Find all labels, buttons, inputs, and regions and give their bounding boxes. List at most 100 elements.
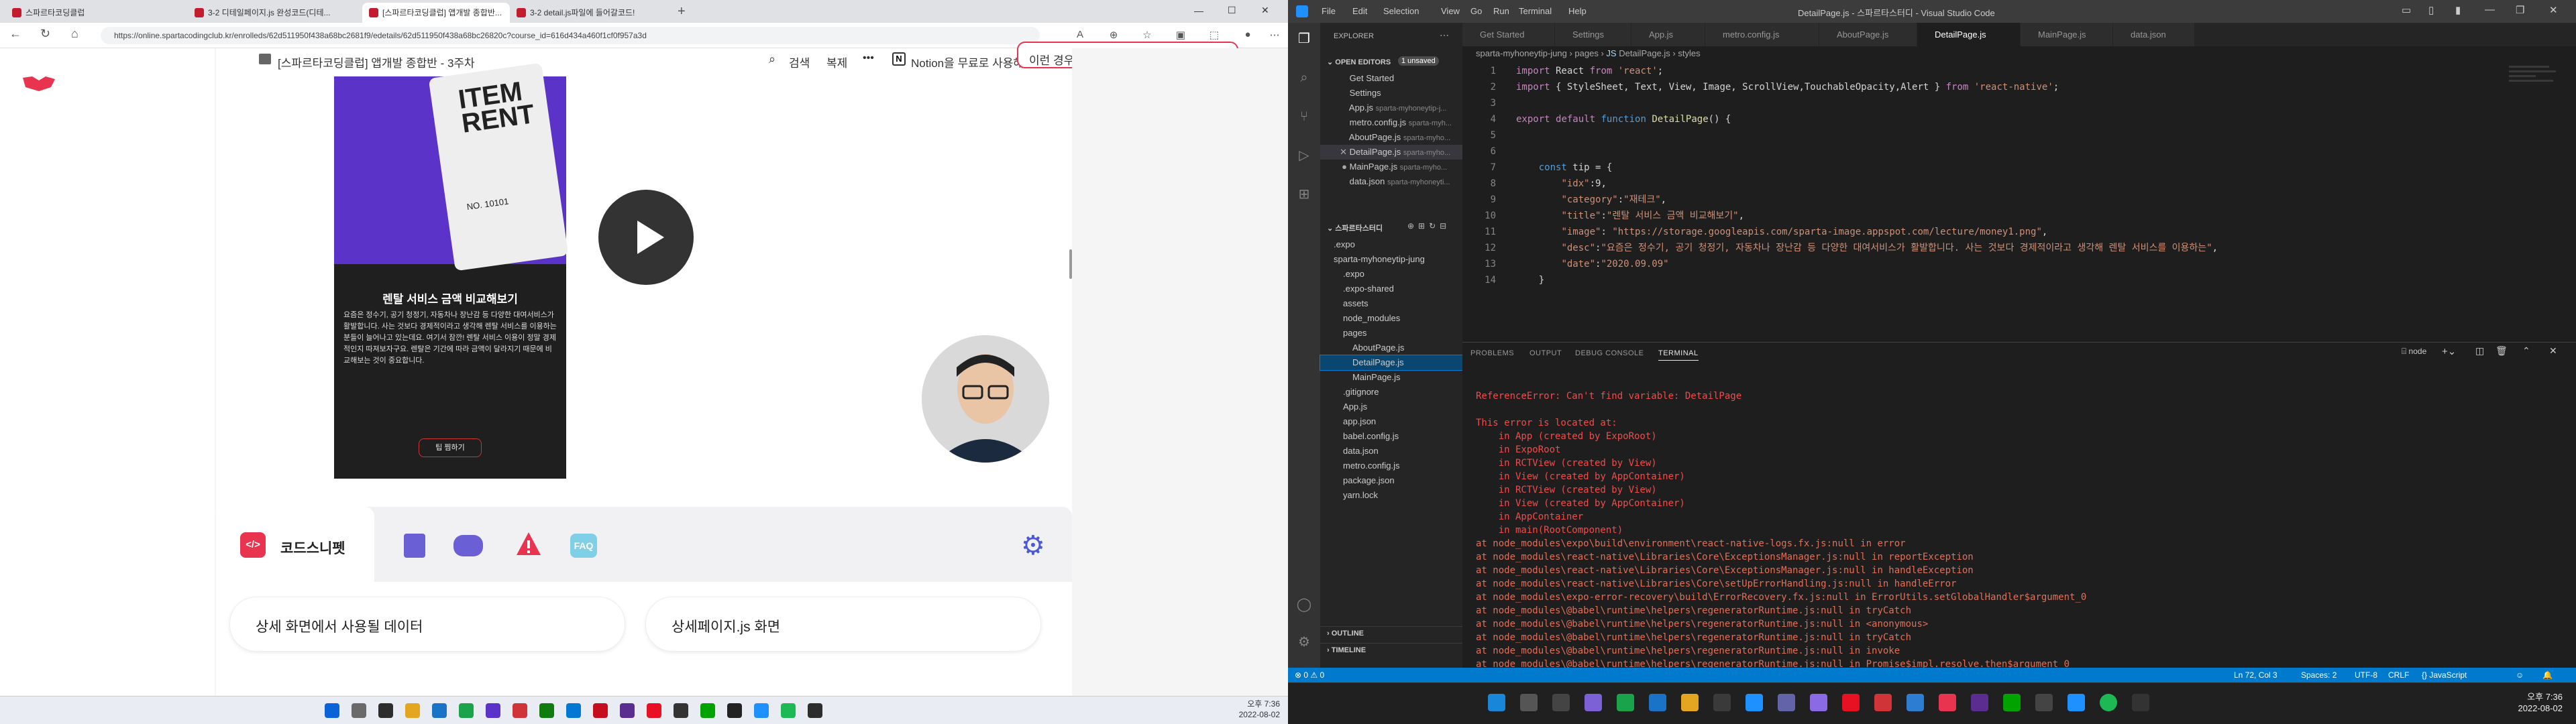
menu-terminal[interactable]: Terminal — [1519, 6, 1552, 16]
status-position[interactable]: Ln 72, Col 3 — [2234, 668, 2277, 682]
status-language[interactable]: {} JavaScript — [2422, 668, 2467, 682]
home-icon[interactable]: ⌂ — [71, 27, 78, 41]
split-terminal-icon[interactable]: ◫ — [2475, 345, 2484, 357]
menu-view[interactable]: View — [1441, 6, 1460, 16]
browser-tab-active[interactable]: [스파르타코딩클럽] 앱개발 종합반... — [362, 3, 510, 23]
start-icon[interactable] — [1488, 694, 1505, 711]
explorer-icon[interactable]: ❐ — [1296, 31, 1312, 47]
minimize-button[interactable]: — — [2485, 4, 2495, 15]
profile-icon[interactable]: ● — [1241, 29, 1254, 42]
menu-file[interactable]: File — [1322, 6, 1336, 16]
warning-icon[interactable] — [515, 531, 542, 561]
spotify-icon[interactable] — [2100, 694, 2117, 711]
app-icon[interactable] — [2132, 694, 2149, 711]
snippet-tab-active[interactable]: </> 코드스니펫 — [216, 507, 374, 582]
app-icon[interactable] — [539, 703, 554, 718]
kill-terminal-icon[interactable]: 🗑 — [2496, 345, 2508, 357]
new-tab-button[interactable]: + — [678, 4, 686, 19]
breadcrumb-item[interactable]: sparta-myhoneytip-jung — [1476, 48, 1567, 58]
app-icon[interactable] — [1971, 694, 1988, 711]
search-label[interactable]: 검색 — [789, 54, 810, 70]
open-editor-close-icon[interactable]: ✕ — [1320, 145, 1347, 160]
app-icon[interactable] — [727, 703, 742, 718]
app-icon[interactable] — [700, 703, 715, 718]
source-control-icon[interactable]: ⑂ — [1296, 109, 1312, 125]
tree-item[interactable]: .expo-shared — [1320, 282, 1462, 296]
maximize-panel-icon[interactable]: ⌃ — [2522, 345, 2530, 357]
app-icon[interactable] — [1778, 694, 1795, 711]
start-icon[interactable] — [325, 703, 339, 718]
browser-tab[interactable]: 3-2 디테일페이지.js 완성코드(디테... — [188, 3, 335, 23]
menu-go[interactable]: Go — [1470, 6, 1482, 16]
favorite-icon[interactable]: ☆ — [1140, 29, 1154, 42]
task-view-icon[interactable] — [1552, 694, 1570, 711]
collections-icon[interactable]: ▣ — [1174, 29, 1187, 42]
app-icon[interactable] — [1907, 694, 1924, 711]
open-editor-item[interactable]: Settings — [1320, 86, 1462, 101]
layout-icon[interactable]: ▯ — [2428, 4, 2434, 16]
task-view-icon[interactable] — [378, 703, 393, 718]
open-editors-header[interactable]: ⌄ OPEN EDITORS — [1327, 58, 1391, 66]
code-editor[interactable]: 1 import React from 'react'; 2 import { Sty… — [1462, 63, 2576, 324]
play-button[interactable] — [598, 190, 694, 285]
app-icon[interactable] — [620, 703, 635, 718]
sparta-logo[interactable] — [19, 74, 59, 95]
close-panel-icon[interactable]: ✕ — [2549, 345, 2557, 357]
outline-header[interactable]: › OUTLINE — [1320, 626, 1462, 641]
status-indent[interactable]: Spaces: 2 — [2301, 668, 2337, 682]
app-icon[interactable] — [2003, 694, 2021, 711]
app-icon[interactable] — [808, 703, 822, 718]
breadcrumb[interactable]: sparta-myhoneytip-jung › pages › JS Deta… — [1476, 48, 1701, 58]
breadcrumb-item[interactable]: pages — [1574, 48, 1598, 58]
page-title[interactable]: [스파르타코딩클럽] 앱개발 종합반 - 3주차 — [278, 54, 475, 70]
open-editor-item[interactable]: AboutPage.js sparta-myho... — [1320, 130, 1462, 145]
copy-button[interactable]: 복제 — [826, 54, 847, 70]
tab-problems[interactable]: PROBLEMS — [1470, 349, 1514, 357]
tree-item[interactable]: babel.config.js — [1320, 429, 1462, 444]
file-explorer-icon[interactable] — [1681, 694, 1699, 711]
reload-icon[interactable]: ↻ — [40, 27, 50, 41]
breadcrumb-item[interactable]: styles — [1678, 48, 1700, 58]
tree-item[interactable]: metro.config.js — [1320, 459, 1462, 473]
snippet-card[interactable]: 상세페이지.js 화면 — [645, 597, 1041, 652]
faq-icon[interactable]: FAQ — [570, 534, 597, 558]
menu-selection[interactable]: Selection — [1383, 6, 1419, 16]
timeline-header[interactable]: › TIMELINE — [1320, 643, 1462, 658]
open-editor-item[interactable]: ✕ DetailPage.js sparta-myho... — [1320, 145, 1462, 160]
edge-icon[interactable] — [432, 703, 447, 718]
close-button[interactable]: ✕ — [2549, 4, 2558, 16]
app-icon[interactable] — [2035, 694, 2053, 711]
open-editor-item[interactable]: Get Started — [1320, 71, 1462, 86]
terminal-output[interactable]: ReferenceError: Can't find variable: Det… — [1476, 389, 2563, 711]
tree-item[interactable]: .expo — [1320, 237, 1462, 252]
read-aloud-icon[interactable]: A — [1073, 29, 1087, 42]
editor-tab[interactable]: data.json — [2113, 23, 2195, 46]
app-icon[interactable] — [566, 703, 581, 718]
tree-item[interactable]: sparta-myhoneytip-jung — [1320, 252, 1462, 267]
feedback-icon[interactable]: ☺ — [2516, 668, 2524, 682]
app-icon[interactable] — [647, 703, 661, 718]
open-editor-item[interactable]: App.js sparta-myhoneytip-j... — [1320, 101, 1462, 115]
editor-tab[interactable]: Settings — [1555, 23, 1631, 46]
vscode-icon[interactable] — [754, 703, 769, 718]
status-encoding[interactable]: UTF-8 — [2355, 668, 2377, 682]
zoom-icon[interactable]: ⊕ — [1107, 29, 1120, 42]
notifications-icon[interactable]: 🔔 — [2542, 668, 2553, 682]
app-icon[interactable] — [459, 703, 474, 718]
new-terminal-icon[interactable]: +⌄ — [2442, 345, 2456, 357]
app-icon[interactable] — [1617, 694, 1634, 711]
tree-item[interactable]: .expo — [1320, 267, 1462, 282]
tree-item[interactable]: .gitignore — [1320, 385, 1462, 400]
minimap[interactable] — [2509, 63, 2563, 117]
vscode-icon[interactable] — [2068, 694, 2085, 711]
tree-item[interactable]: package.json — [1320, 473, 1462, 488]
editor-tab[interactable]: Get Started — [1462, 23, 1555, 46]
explorer-actions[interactable]: ⊕⊞↻⊟ — [1407, 221, 1450, 231]
app-icon[interactable] — [1810, 694, 1827, 711]
tab-output[interactable]: OUTPUT — [1529, 349, 1562, 357]
extensions-icon[interactable]: ⬚ — [1208, 29, 1221, 42]
app-icon[interactable] — [513, 703, 527, 718]
open-editor-item[interactable]: metro.config.js sparta-myh... — [1320, 115, 1462, 130]
settings-icon[interactable]: ⚙ — [1021, 532, 1045, 559]
card-button[interactable]: 팁 찜하기 — [419, 438, 482, 457]
